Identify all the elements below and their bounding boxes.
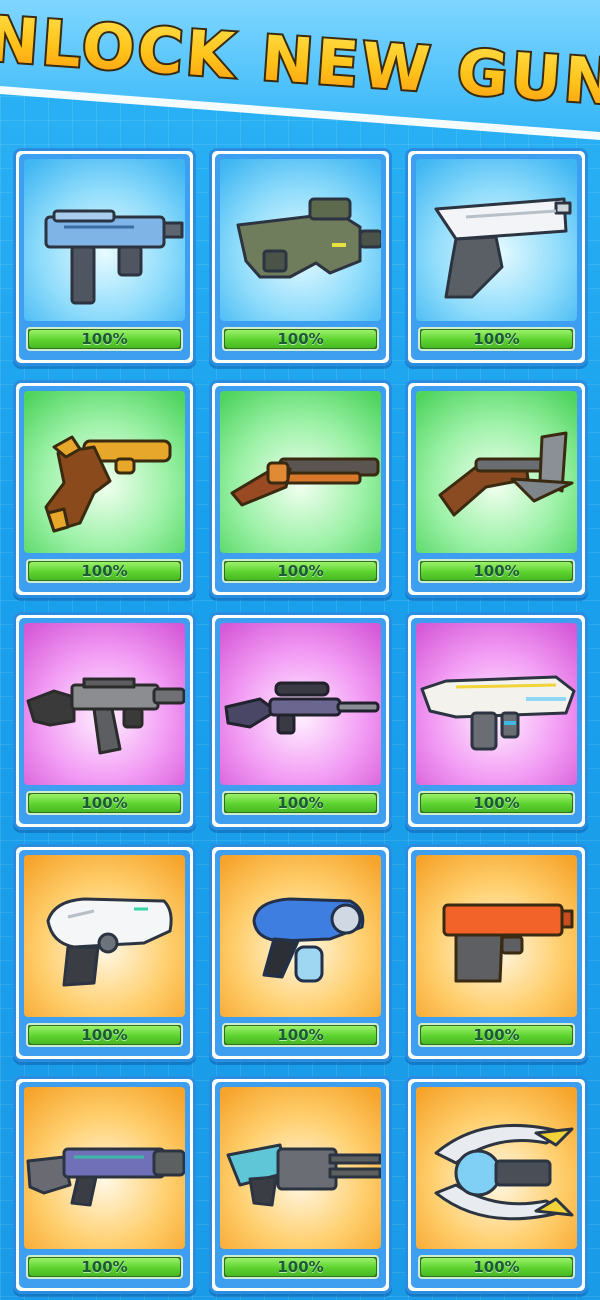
gun-card[interactable]: 100% <box>405 380 588 598</box>
gun-card[interactable]: 100% <box>209 612 392 830</box>
uzi-smg-icon <box>24 159 185 321</box>
gun-card[interactable]: 100% <box>209 1076 392 1294</box>
progress-bar: 100% <box>418 327 575 351</box>
progress-bar: 100% <box>26 1023 183 1047</box>
progress-bar: 100% <box>26 559 183 583</box>
progress-label: 100% <box>473 1258 520 1276</box>
gun-card[interactable]: 100% <box>13 1076 196 1294</box>
gun-card[interactable]: 100% <box>13 844 196 1062</box>
gun-card[interactable]: 100% <box>13 380 196 598</box>
progress-bar: 100% <box>222 559 379 583</box>
progress-bar: 100% <box>418 1255 575 1279</box>
progress-label: 100% <box>81 1258 128 1276</box>
progress-label: 100% <box>277 1258 324 1276</box>
progress-label: 100% <box>277 1026 324 1044</box>
gun-card[interactable]: 100% <box>13 148 196 366</box>
double-barrel-shotgun-icon <box>220 391 381 553</box>
progress-bar: 100% <box>26 1255 183 1279</box>
gun-card[interactable]: 100% <box>209 380 392 598</box>
progress-bar: 100% <box>26 327 183 351</box>
title-text: UNLOCK NEW GUNS <box>0 8 600 118</box>
progress-bar: 100% <box>222 327 379 351</box>
progress-label: 100% <box>473 794 520 812</box>
blunderbuss-axe-icon <box>416 391 577 553</box>
gun-card[interactable]: 100% <box>405 844 588 1062</box>
progress-label: 100% <box>473 1026 520 1044</box>
scifi-heavy-rifle-icon <box>24 1087 185 1249</box>
sniper-rifle-icon <box>220 623 381 785</box>
gun-grid: 100% 100% 100% 100% 100% 100% 100% 100% … <box>13 148 589 1298</box>
progress-label: 100% <box>81 1026 128 1044</box>
progress-label: 100% <box>277 330 324 348</box>
flintlock-pistol-icon <box>24 391 185 553</box>
progress-label: 100% <box>81 330 128 348</box>
progress-bar: 100% <box>26 791 183 815</box>
progress-bar: 100% <box>418 559 575 583</box>
orange-pistol-icon <box>416 855 577 1017</box>
progress-label: 100% <box>277 562 324 580</box>
futuristic-rifle-icon <box>416 623 577 785</box>
progress-label: 100% <box>81 562 128 580</box>
claw-blaster-icon <box>416 1087 577 1249</box>
progress-bar: 100% <box>222 1023 379 1047</box>
progress-label: 100% <box>473 562 520 580</box>
plasma-pistol-icon <box>220 855 381 1017</box>
progress-label: 100% <box>81 794 128 812</box>
minigun-cannon-icon <box>220 1087 381 1249</box>
p90-smg-icon <box>220 159 381 321</box>
gun-card[interactable]: 100% <box>209 844 392 1062</box>
progress-bar: 100% <box>418 791 575 815</box>
gun-card[interactable]: 100% <box>13 612 196 830</box>
gun-card[interactable]: 100% <box>405 148 588 366</box>
progress-bar: 100% <box>418 1023 575 1047</box>
desert-eagle-pistol-icon <box>416 159 577 321</box>
progress-label: 100% <box>277 794 324 812</box>
progress-bar: 100% <box>222 1255 379 1279</box>
page-title: UNLOCK NEW GUNS <box>0 8 600 118</box>
gun-card[interactable]: 100% <box>209 148 392 366</box>
assault-rifle-icon <box>24 623 185 785</box>
progress-label: 100% <box>473 330 520 348</box>
gun-card[interactable]: 100% <box>405 1076 588 1294</box>
scifi-blaster-icon <box>24 855 185 1017</box>
header: UNLOCK NEW GUNS <box>0 0 600 140</box>
gun-card[interactable]: 100% <box>405 612 588 830</box>
progress-bar: 100% <box>222 791 379 815</box>
